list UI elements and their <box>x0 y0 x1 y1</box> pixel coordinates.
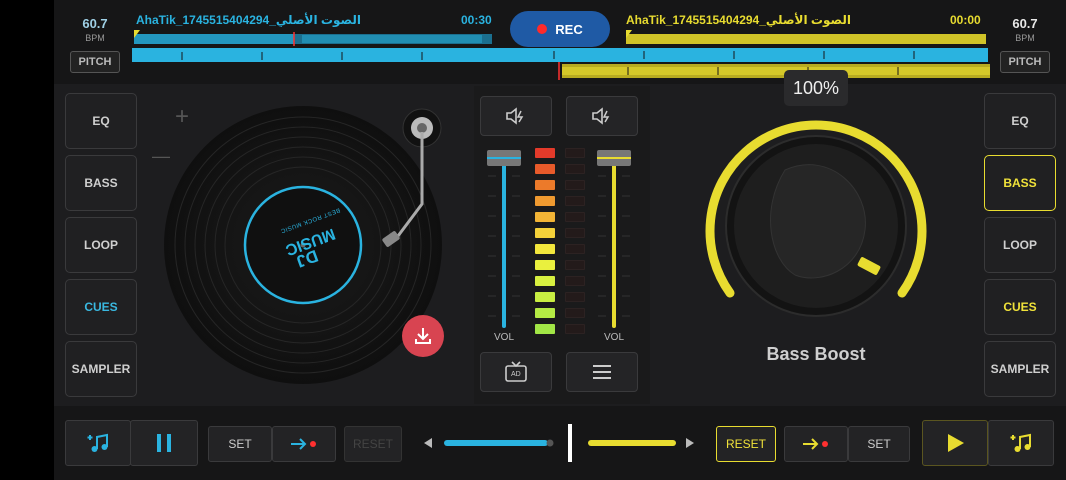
left-speaker-button[interactable] <box>480 96 552 136</box>
right-loop-button[interactable]: LOOP <box>984 217 1056 273</box>
left-volume-fader[interactable] <box>484 146 524 332</box>
vu-cell-right <box>565 276 585 286</box>
vu-cell-left <box>535 308 555 318</box>
right-cue-arrow-button[interactable] <box>784 426 848 462</box>
vu-cell-left <box>535 212 555 222</box>
left-vol-label: VOL <box>494 332 515 343</box>
add-music-icon <box>87 433 108 452</box>
left-waveform[interactable] <box>132 30 494 64</box>
vu-cell-left <box>535 276 555 286</box>
vu-cell-left <box>535 228 555 238</box>
right-bpm-display: 60.7 BPM <box>997 16 1053 43</box>
right-reset-button[interactable]: RESET <box>716 426 776 462</box>
vu-cell-left <box>535 244 555 254</box>
right-vol-label: VOL <box>604 332 625 343</box>
knob-label: Bass Boost <box>766 344 866 364</box>
right-volume-fader[interactable] <box>594 146 634 332</box>
right-sampler-button[interactable]: SAMPLER <box>984 341 1056 397</box>
speaker-icon <box>506 107 524 125</box>
right-play-button[interactable] <box>922 420 988 466</box>
menu-button[interactable] <box>566 352 638 392</box>
play-icon <box>948 434 964 452</box>
vu-cell-left <box>535 196 555 206</box>
right-add-music-button[interactable] <box>988 420 1054 466</box>
right-bpm-label: BPM <box>1015 33 1035 43</box>
vu-cell-right <box>565 148 585 158</box>
left-bpm-label: BPM <box>85 33 105 43</box>
left-bass-button[interactable]: BASS <box>65 155 137 211</box>
ad-label: AD <box>511 371 521 378</box>
right-pitch-button[interactable]: PITCH <box>1000 51 1050 73</box>
left-reset-button[interactable]: RESET <box>344 426 402 462</box>
mixer-panel: VOL VOL AD <box>474 86 650 404</box>
vu-cell-left <box>535 164 555 174</box>
left-set-button[interactable]: SET <box>208 426 272 462</box>
right-bpm-value: 60.7 <box>1012 16 1038 31</box>
vu-cell-right <box>565 196 585 206</box>
right-bass-button[interactable]: BASS <box>984 155 1056 211</box>
left-pitch-button[interactable]: PITCH <box>70 51 120 73</box>
left-track-name: AhaTik_1745515404294_الصوت الأصلي <box>136 13 361 27</box>
left-sampler-button[interactable]: SAMPLER <box>65 341 137 397</box>
menu-icon <box>593 365 611 379</box>
left-loop-button[interactable]: LOOP <box>65 217 137 273</box>
vu-cell-right <box>565 180 585 190</box>
left-cue-arrow-button[interactable] <box>272 426 336 462</box>
right-waveform-overview <box>558 62 990 80</box>
right-speaker-button[interactable] <box>566 96 638 136</box>
tonearm[interactable] <box>375 104 455 264</box>
vu-cell-right <box>565 324 585 334</box>
download-icon <box>415 328 431 344</box>
vu-cell-left <box>535 324 555 334</box>
vu-cell-right <box>565 244 585 254</box>
left-add-music-button[interactable] <box>65 420 131 466</box>
vu-cell-right <box>565 228 585 238</box>
vu-cell-right <box>565 260 585 270</box>
bass-boost-knob[interactable] <box>700 110 932 342</box>
speaker-icon <box>592 107 610 125</box>
knob-percent-display: 100% <box>784 70 848 106</box>
left-bpm-value: 60.7 <box>82 16 108 31</box>
vu-cell-left <box>535 180 555 190</box>
arrow-record-icon <box>291 438 316 450</box>
right-track-time: 00:00 <box>950 13 981 27</box>
right-waveform[interactable] <box>624 30 988 44</box>
left-cues-button[interactable]: CUES <box>65 279 137 335</box>
right-eq-button[interactable]: EQ <box>984 93 1056 149</box>
vu-cell-left <box>535 292 555 302</box>
left-pause-button[interactable] <box>130 420 198 466</box>
download-button[interactable] <box>402 315 444 357</box>
record-dot-icon <box>537 24 548 34</box>
right-track-name: AhaTik_1745515404294_الصوت الأصلي <box>626 13 851 27</box>
ad-tv-button[interactable]: AD <box>480 352 552 392</box>
right-cues-button[interactable]: CUES <box>984 279 1056 335</box>
left-bpm-display: 60.7 BPM <box>67 16 123 43</box>
arrow-record-icon <box>803 438 828 450</box>
left-eq-button[interactable]: EQ <box>65 93 137 149</box>
vu-cell-right <box>565 308 585 318</box>
left-track-time: 00:30 <box>461 13 492 27</box>
vu-cell-right <box>565 292 585 302</box>
pause-icon <box>157 434 171 452</box>
vu-cell-right <box>565 212 585 222</box>
add-music-icon <box>1010 433 1031 452</box>
left-waveform-overview <box>494 48 988 62</box>
record-label: REC <box>555 21 583 37</box>
vu-cell-right <box>565 164 585 174</box>
right-set-button[interactable]: SET <box>848 426 910 462</box>
vu-cell-left <box>535 260 555 270</box>
vu-cell-left <box>535 148 555 158</box>
record-button[interactable]: REC <box>510 11 610 47</box>
crossfader[interactable] <box>420 420 700 466</box>
